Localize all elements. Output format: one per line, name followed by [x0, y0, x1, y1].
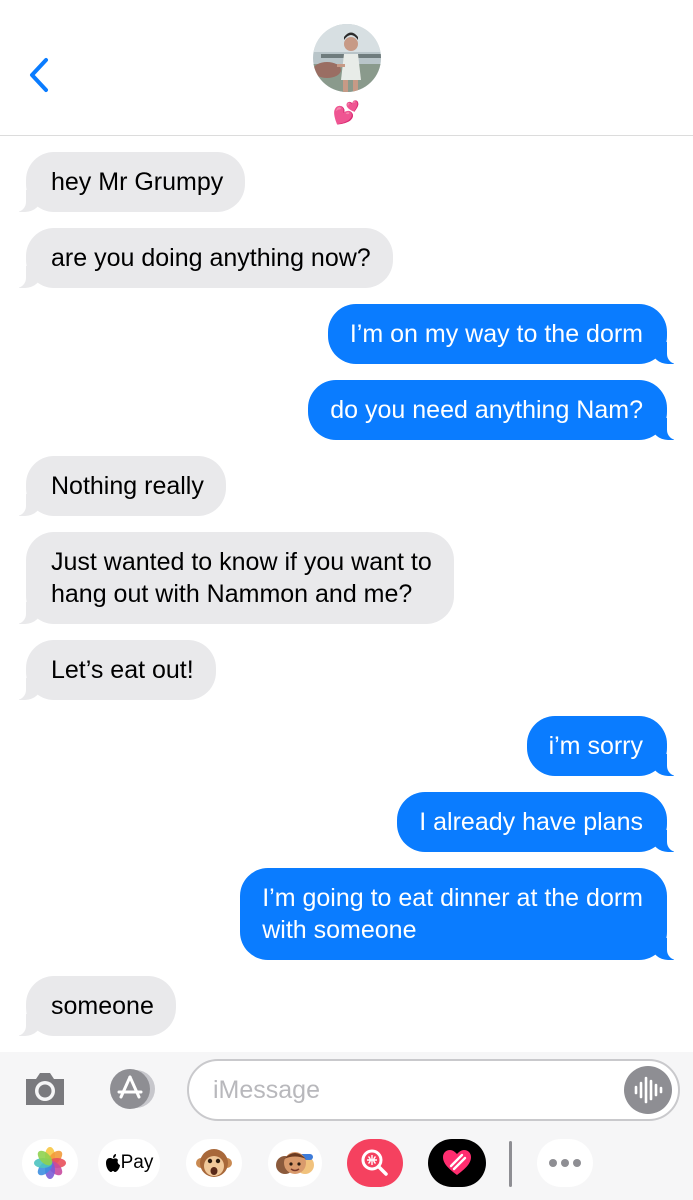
message-text: are you doing anything now?: [51, 244, 371, 272]
sent-message-bubble[interactable]: i’m sorry: [526, 716, 680, 776]
message-text: Just wanted to know if you want to hang …: [51, 548, 432, 608]
received-message-bubble[interactable]: hey Mr Grumpy: [13, 152, 246, 212]
memoji-stickers-icon: [276, 1152, 314, 1174]
message-text: Let’s eat out!: [51, 656, 194, 684]
digital-touch-app-button[interactable]: [428, 1139, 486, 1187]
back-button[interactable]: [22, 54, 58, 96]
app-store-icon: [110, 1069, 155, 1109]
memoji-stickers-app-button[interactable]: [268, 1139, 322, 1187]
contact-name[interactable]: 💕: [0, 99, 693, 127]
sent-message-bubble[interactable]: I’m going to eat dinner at the dorm with…: [240, 868, 679, 960]
audio-waveform-icon: [634, 1076, 663, 1104]
contact-avatar-photo: [313, 24, 381, 92]
message-text: I already have plans: [419, 808, 643, 836]
camera-icon: [26, 1073, 64, 1105]
apple-pay-icon: [105, 1154, 120, 1172]
animoji-app-button[interactable]: [186, 1139, 242, 1187]
sent-message-bubble[interactable]: I already have plans: [397, 792, 679, 852]
apple-pay-label: Pay: [120, 1152, 154, 1173]
chevron-left-icon: [30, 58, 48, 92]
digital-touch-heart-icon: [443, 1150, 471, 1175]
apple-pay-app-button[interactable]: Pay: [98, 1139, 160, 1187]
received-message-bubble[interactable]: Just wanted to know if you want to hang …: [14, 532, 454, 624]
photos-icon: [34, 1147, 66, 1179]
animoji-monkey-icon: [196, 1149, 232, 1177]
received-message-bubble[interactable]: are you doing anything now?: [14, 228, 393, 288]
message-text: do you need anything Nam?: [330, 396, 643, 424]
message-input[interactable]: [213, 1071, 613, 1109]
message-text: someone: [51, 992, 154, 1020]
sent-message-bubble[interactable]: do you need anything Nam?: [308, 380, 679, 440]
message-text: hey Mr Grumpy: [51, 168, 224, 196]
message-text: Nothing really: [51, 472, 204, 500]
message-text: I’m on my way to the dorm: [349, 320, 643, 348]
imessage-app-drawer: Pay: [0, 1128, 693, 1200]
conversation-header: 💕: [0, 0, 693, 136]
received-message-bubble[interactable]: Nothing really: [14, 456, 226, 516]
message-text: I’m going to eat dinner at the dorm with…: [262, 884, 643, 944]
image-search-app-button[interactable]: [347, 1139, 403, 1187]
sent-message-bubble[interactable]: I’m on my way to the dorm: [327, 304, 680, 364]
image-search-icon: [361, 1149, 388, 1176]
received-message-bubble[interactable]: Let’s eat out!: [14, 640, 216, 700]
contact-avatar[interactable]: [313, 24, 381, 92]
drawer-divider: [509, 1141, 512, 1187]
photos-app-button[interactable]: [22, 1139, 78, 1187]
audio-message-button[interactable]: [624, 1066, 672, 1114]
compose-bar: [0, 1052, 693, 1128]
camera-button[interactable]: [22, 1069, 68, 1109]
message-text: i’m sorry: [548, 732, 643, 760]
more-icon: [549, 1159, 581, 1167]
message-thread: hey Mr Grumpy are you doing anything now…: [0, 136, 693, 1052]
app-store-button[interactable]: [106, 1067, 158, 1111]
more-apps-button[interactable]: [537, 1139, 593, 1187]
message-field[interactable]: [187, 1059, 680, 1121]
received-message-bubble[interactable]: someone: [14, 976, 176, 1036]
